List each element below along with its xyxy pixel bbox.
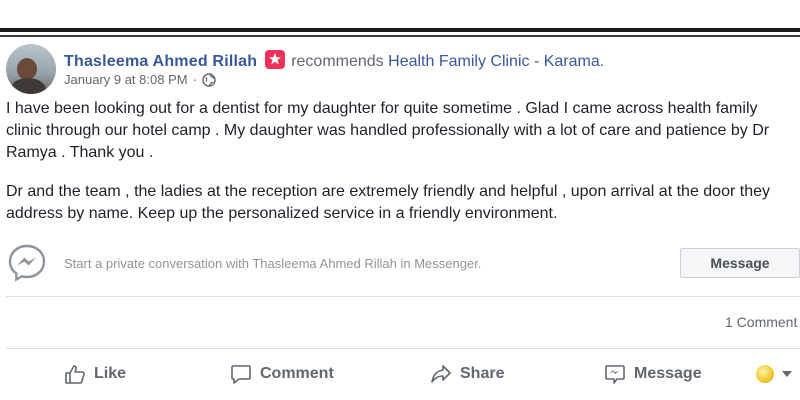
post-header: Thasleema Ahmed Rillah recommends Health … xyxy=(64,47,604,71)
avatar-head xyxy=(17,58,37,80)
divider xyxy=(6,296,800,297)
divider xyxy=(6,348,800,349)
border-line xyxy=(0,35,800,37)
comment-count[interactable]: 1 Comment xyxy=(725,314,797,330)
comment-label: Comment xyxy=(260,365,334,382)
post-paragraph: Dr and the team , the ladies at the rece… xyxy=(6,183,770,222)
messenger-prompt: Start a private conversation with Thasle… xyxy=(64,256,482,271)
post-meta: January 9 at 8:08 PM · xyxy=(64,72,216,90)
comment-button[interactable]: Comment xyxy=(230,360,334,388)
message-bubble-icon xyxy=(605,365,625,384)
like-button[interactable]: Like xyxy=(64,360,126,388)
recommends-verb: recommends xyxy=(291,53,384,70)
messenger-icon xyxy=(6,242,48,284)
share-icon xyxy=(431,365,451,383)
post-paragraph: I have been looking out for a dentist fo… xyxy=(6,100,770,161)
screenshot-top-border xyxy=(0,0,800,40)
page-link[interactable]: Health Family Clinic - Karama. xyxy=(388,53,604,70)
border-line xyxy=(0,28,800,32)
globe-icon[interactable] xyxy=(202,73,216,90)
avatar-body xyxy=(10,78,46,94)
emoji-icon xyxy=(756,365,774,383)
recommendation-icon xyxy=(265,50,286,69)
message-button[interactable]: Message xyxy=(680,248,800,278)
caret-down-icon xyxy=(782,371,792,377)
post-timestamp[interactable]: January 9 at 8:08 PM xyxy=(64,72,188,87)
message-action-button[interactable]: Message xyxy=(604,360,702,388)
share-label: Share xyxy=(460,365,505,382)
like-label: Like xyxy=(94,365,127,382)
comment-icon xyxy=(231,365,251,384)
avatar[interactable] xyxy=(6,44,56,94)
share-button[interactable]: Share xyxy=(430,360,504,388)
reaction-selector[interactable] xyxy=(756,364,792,384)
message-action-label: Message xyxy=(634,365,702,382)
thumbs-up-icon xyxy=(65,365,85,384)
meta-separator: · xyxy=(192,72,197,87)
author-name[interactable]: Thasleema Ahmed Rillah xyxy=(64,53,257,70)
